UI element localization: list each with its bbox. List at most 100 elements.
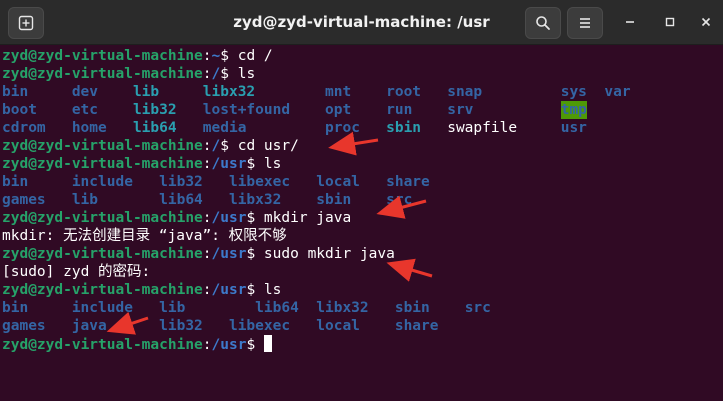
directory-entry: libexec [228,318,291,334]
directory-entry: libx32 [202,84,256,100]
output-text: [sudo] zyd 的密码: [2,264,151,280]
terminal-line: zyd@zyd-virtual-machine:/$ cd usr/ [2,137,722,155]
prompt-user: zyd@zyd-virtual-machine [2,66,203,82]
terminal-line: zyd@zyd-virtual-machine:/usr$ ls [2,155,722,173]
directory-entry: root [386,84,422,100]
directory-entry: etc [71,102,99,118]
terminal-line: zyd@zyd-virtual-machine:/$ ls [2,65,722,83]
directory-entry: lost+found [202,102,291,118]
prompt-dollar: $ [220,66,229,82]
terminal-line: mkdir: 无法创建目录 “java”: 权限不够 [2,227,722,245]
terminal-line: [sudo] zyd 的密码: [2,263,722,281]
directory-entry: snap [447,84,483,100]
command-text: mkdir java [263,210,352,226]
text-cursor [263,335,272,352]
window-title: zyd@zyd-virtual-machine: /usr [233,13,490,31]
directory-entry: local [316,318,360,334]
directory-entry: lib32 [159,318,203,334]
terminal-line: zyd@zyd-virtual-machine:/usr$ sudo mkdir… [2,245,722,263]
directory-entry: sbin [394,300,430,316]
prompt-path: /usr [211,156,247,172]
directory-entry: libx32 [228,192,282,208]
prompt-colon: : [202,48,212,64]
prompt-path: ~ [211,48,221,64]
prompt-path: /usr [211,337,247,353]
directory-entry: games [2,192,46,208]
command-text: cd usr/ [237,138,299,154]
directory-entry: dev [71,84,99,100]
directory-entry: lib64 [132,120,177,136]
title-bar: zyd@zyd-virtual-machine: /usr [0,0,723,45]
directory-entry: lib32 [159,174,203,190]
terminal-line: boot etc lib32 lost+found opt run srv tmp [2,101,722,119]
terminal-line: bin include lib32 libexec local share [2,173,722,191]
directory-entry: lib [71,192,99,208]
directory-entry: cdrom [2,120,46,136]
directory-entry: mnt [325,84,352,100]
directory-entry: bin [2,174,29,190]
prompt-dollar: $ [246,337,256,353]
output-text: mkdir: 无法创建目录 “java”: 权限不够 [2,228,287,244]
prompt-colon: : [202,282,212,298]
directory-entry: sbin [316,192,352,208]
directory-entry: local [316,174,360,190]
directory-entry: lib [159,300,186,316]
directory-entry: lib [132,84,160,100]
terminal-window: zyd@zyd-virtual-machine: /usr zyd@zyd-vi… [0,0,723,401]
directory-entry: sys [560,84,587,100]
hamburger-menu-icon [580,18,590,28]
prompt-dollar: $ [246,246,256,262]
directory-entry: home [71,120,107,136]
directory-entry: include [71,174,133,190]
terminal-output[interactable]: zyd@zyd-virtual-machine:~$ cd / zyd@zyd-v… [2,47,722,399]
maximize-button[interactable] [660,12,680,32]
search-button[interactable] [525,7,561,39]
directory-entry: src [386,192,413,208]
prompt-path: /usr [211,246,247,262]
prompt-user: zyd@zyd-virtual-machine [2,210,203,226]
prompt-path: /usr [211,210,247,226]
directory-entry: run [386,102,413,118]
prompt-colon: : [202,66,212,82]
command-text: cd / [237,48,273,64]
directory-entry: tmp [560,101,587,119]
minimize-icon [626,21,634,23]
terminal-line: zyd@zyd-virtual-machine:/usr$ mkdir java [2,209,722,227]
prompt-colon: : [202,337,212,353]
command-text: ls [237,66,256,82]
prompt-dollar: $ [246,282,256,298]
prompt-colon: : [202,156,212,172]
minimize-button[interactable] [620,12,640,32]
directory-entry: include [71,300,133,316]
command-text: ls [263,156,282,172]
directory-entry: swapfile [447,120,518,136]
search-icon [536,16,550,30]
directory-entry: boot [2,102,37,118]
terminal-line: games lib lib64 libx32 sbin src [2,191,722,209]
directory-entry: sbin [386,120,422,136]
directory-entry: lib64 [159,192,203,208]
command-text: ls [263,282,282,298]
directory-entry: lib64 [255,300,299,316]
prompt-colon: : [202,246,212,262]
terminal-line: zyd@zyd-virtual-machine:/usr$ [2,335,722,353]
prompt-dollar: $ [246,156,256,172]
directory-entry: libx32 [316,300,369,316]
prompt-user: zyd@zyd-virtual-machine [2,48,203,64]
prompt-dollar: $ [220,138,229,154]
directory-entry: opt [325,102,352,118]
prompt-path: / [211,66,221,82]
maximize-icon [665,17,675,27]
menu-button[interactable] [567,7,603,39]
directory-entry: games [2,318,46,334]
directory-entry: lib32 [132,102,177,118]
directory-entry: share [386,174,430,190]
prompt-user: zyd@zyd-virtual-machine [2,282,203,298]
prompt-user: zyd@zyd-virtual-machine [2,246,203,262]
close-button[interactable] [696,12,716,32]
directory-entry: bin [2,300,29,316]
terminal-line: zyd@zyd-virtual-machine:~$ cd / [2,47,722,65]
prompt-user: zyd@zyd-virtual-machine [2,156,203,172]
prompt-dollar: $ [246,210,256,226]
terminal-line: bin include lib lib64 libx32 sbin src [2,299,722,317]
